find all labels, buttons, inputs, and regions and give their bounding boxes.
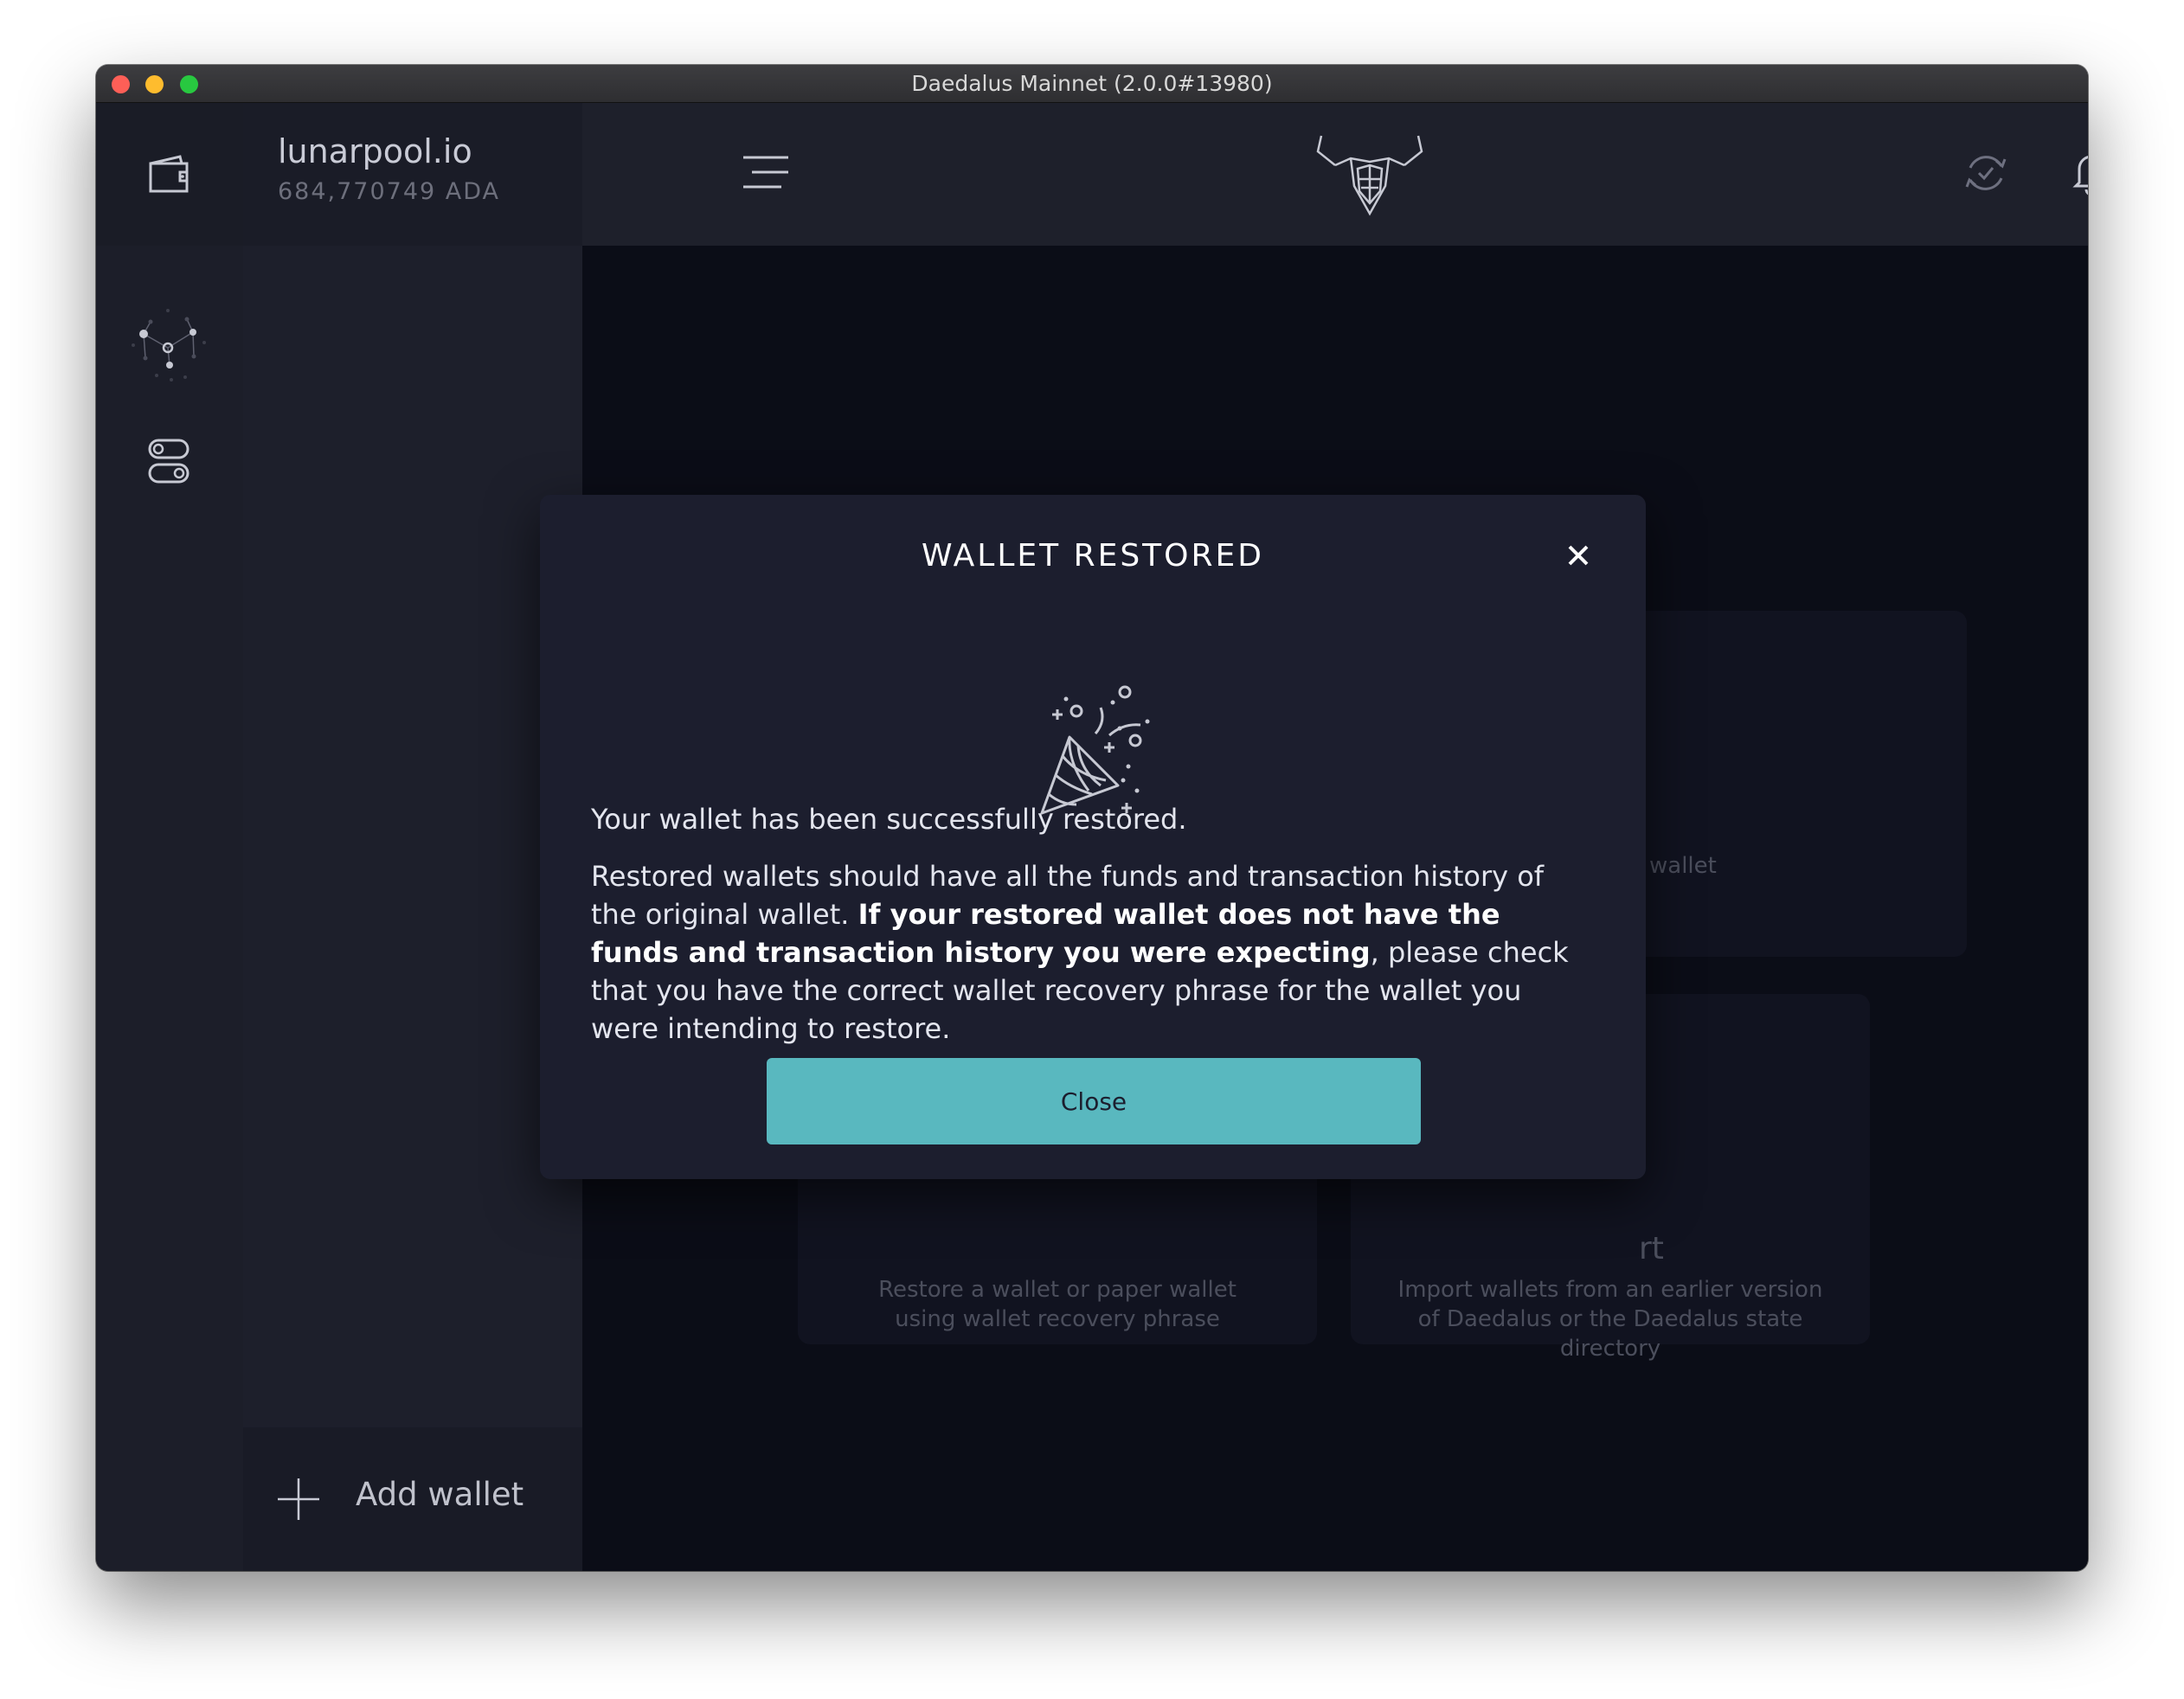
app-window: Daedalus Mainnet (2.0.0#13980) lunarpool… (96, 65, 2088, 1571)
dialog-success-message: Your wallet has been successfully restor… (591, 803, 1187, 836)
dialog-title: WALLET RESTORED (922, 538, 1264, 574)
hamburger-menu-icon[interactable] (742, 155, 790, 189)
wallet-list-panel (243, 103, 582, 1571)
bell-icon[interactable] (2067, 148, 2088, 196)
daedalus-bull-logo-icon (1316, 135, 1423, 216)
import-card-title: rt (1639, 1231, 1664, 1266)
add-wallet-label[interactable]: Add wallet (356, 1476, 524, 1513)
wallet-balance: 684,770749 ADA (278, 178, 501, 205)
wallet-restored-dialog: WALLET RESTORED Your wallet has been suc… (540, 495, 1646, 1179)
nav-item-wallets[interactable] (96, 103, 243, 246)
close-icon[interactable] (1561, 538, 1596, 573)
card-partial-text: wallet (1649, 853, 1717, 879)
staking-network-icon[interactable] (118, 298, 222, 401)
wallet-name[interactable]: lunarpool.io (278, 132, 472, 170)
dialog-explanation: Restored wallets should have all the fun… (591, 857, 1594, 1048)
restore-card-description: Restore a wallet or paper wallet using w… (878, 1277, 1237, 1332)
nav-rail (96, 103, 243, 1571)
active-wallet-header[interactable] (243, 103, 582, 246)
window-title: Daedalus Mainnet (2.0.0#13980) (911, 71, 1273, 96)
window-titlebar: Daedalus Mainnet (2.0.0#13980) (96, 65, 2088, 103)
plus-icon (278, 1478, 319, 1520)
sync-check-icon[interactable] (1963, 151, 2008, 196)
dialog-body: Your wallet has been successfully restor… (591, 800, 1594, 1067)
import-card-description: Import wallets from an earlier version o… (1397, 1277, 1823, 1362)
close-button[interactable]: Close (767, 1058, 1421, 1144)
toggle-settings-icon[interactable] (147, 438, 192, 486)
wallet-icon (149, 155, 189, 193)
